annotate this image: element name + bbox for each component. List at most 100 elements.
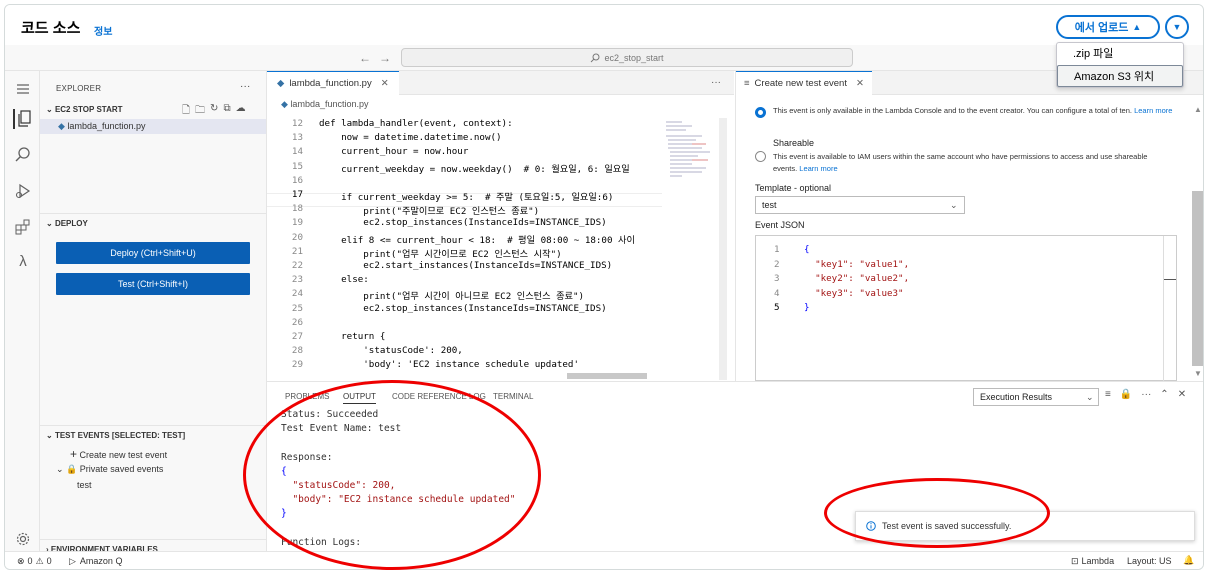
upload-from-label: 에서 업로드 bbox=[1074, 22, 1129, 34]
new-file-icon[interactable]: 🗋 bbox=[182, 103, 190, 120]
explorer-actions: 🗋 🗀 ↻ ⧉ ☁ bbox=[182, 103, 246, 120]
deploy-button[interactable]: Deploy (Ctrl+Shift+U) bbox=[56, 242, 250, 264]
terminal-icon: ⊡ bbox=[1071, 556, 1079, 566]
more-actions-button[interactable]: ▼ bbox=[1165, 15, 1189, 39]
settings-gear-icon[interactable] bbox=[13, 529, 33, 549]
tab-create-test-event[interactable]: ≡ Create new test event ✕ bbox=[736, 71, 872, 95]
info-icon bbox=[866, 521, 876, 531]
problems-indicator[interactable]: ⊗ 0 ⚠ 0 bbox=[17, 556, 52, 567]
lambda-item[interactable]: ⊡ Lambda bbox=[1071, 556, 1114, 567]
filter-list-icon[interactable]: ≡ bbox=[1105, 389, 1111, 400]
shareable-note: This event is available to IAM users wit… bbox=[773, 151, 1173, 175]
line-number: 13 bbox=[291, 132, 303, 144]
menu-item-zip[interactable]: .zip 파일 bbox=[1057, 43, 1183, 65]
upload-cloud-icon[interactable]: ☁ bbox=[236, 103, 246, 120]
line-number: 24 bbox=[291, 288, 303, 300]
editor-more-icon[interactable]: ··· bbox=[711, 77, 721, 88]
test-events-header[interactable]: ⌄ TEST EVENTS [SELECTED: TEST] bbox=[46, 431, 185, 440]
template-value: test bbox=[762, 200, 777, 210]
line-number: 25 bbox=[291, 302, 303, 314]
private-radio[interactable] bbox=[755, 107, 766, 118]
line-number: 19 bbox=[291, 217, 303, 229]
code-line: elif 8 <= current_hour < 18: # 평일 08:00 … bbox=[319, 234, 635, 246]
deploy-header[interactable]: ⌄ DEPLOY bbox=[46, 219, 88, 228]
lock-icon[interactable]: 🔒 bbox=[1120, 389, 1132, 400]
test-button[interactable]: Test (Ctrl+Shift+I) bbox=[56, 273, 250, 295]
extensions-icon[interactable] bbox=[13, 217, 33, 237]
minimap[interactable] bbox=[662, 118, 722, 198]
folder-name: EC2 STOP START bbox=[54, 105, 123, 114]
json-line: "key1": "value1", bbox=[804, 258, 910, 270]
upload-from-button[interactable]: 에서 업로드 ▲ bbox=[1056, 15, 1160, 39]
json-line-number: 2 bbox=[774, 258, 780, 270]
shareable-label: Shareable bbox=[773, 138, 815, 148]
execution-results-select[interactable]: Execution Results ⌄ bbox=[973, 388, 1099, 406]
private-events-item[interactable]: ⌄ 🔒 Private saved events bbox=[56, 464, 163, 475]
panel-scrollbar[interactable] bbox=[1192, 191, 1203, 366]
editor-scrollbar[interactable] bbox=[719, 118, 727, 380]
maximize-panel-icon[interactable]: ⌃ bbox=[1160, 389, 1168, 400]
horizontal-scrollbar[interactable] bbox=[567, 373, 647, 379]
line-number: 12 bbox=[291, 118, 303, 129]
output-line: "statusCode": 200, bbox=[281, 480, 396, 491]
tab-lambda-function[interactable]: ◆ lambda_function.py ✕ bbox=[267, 71, 399, 95]
new-folder-icon[interactable]: 🗀 bbox=[195, 103, 205, 120]
close-icon[interactable]: ✕ bbox=[856, 78, 864, 89]
error-count: 0 bbox=[27, 556, 33, 566]
amazon-q-item[interactable]: ▷ Amazon Q bbox=[69, 556, 122, 567]
line-number: 22 bbox=[291, 260, 303, 271]
tab-problems[interactable]: PROBLEMS bbox=[285, 392, 329, 401]
code-line: ec2.stop_instances(InstanceIds=INSTANCE_… bbox=[319, 217, 607, 229]
tab-terminal[interactable]: TERMINAL bbox=[493, 392, 533, 401]
layout-label[interactable]: Layout: US bbox=[1127, 556, 1172, 566]
lambda-icon[interactable]: λ bbox=[13, 251, 33, 271]
saved-event-item[interactable]: test bbox=[77, 480, 92, 490]
code-line: print("업무 시간이므로 EC2 인스턴스 시작") bbox=[319, 248, 562, 260]
event-json-editor[interactable]: 1 {2 "key1": "value1", 3 "key2": "value2",… bbox=[755, 235, 1177, 381]
forward-arrow-icon[interactable]: → bbox=[379, 51, 391, 65]
json-line-number: 3 bbox=[774, 273, 780, 284]
refresh-icon[interactable]: ↻ bbox=[210, 103, 218, 120]
explorer-more-icon[interactable]: ··· bbox=[240, 81, 251, 92]
scroll-down-icon[interactable]: ▼ bbox=[1194, 369, 1202, 378]
chevron-down-icon: ⌄ bbox=[950, 200, 958, 210]
line-number: 27 bbox=[291, 331, 303, 342]
learn-more-link-2[interactable]: Learn more bbox=[799, 164, 837, 173]
learn-more-link[interactable]: Learn more bbox=[1134, 106, 1172, 115]
close-panel-icon[interactable]: ✕ bbox=[1178, 389, 1186, 400]
play-icon: ▷ bbox=[69, 556, 76, 566]
plus-icon: + bbox=[70, 447, 78, 461]
command-search[interactable]: ec2_stop_start bbox=[401, 48, 853, 67]
template-select[interactable]: test ⌄ bbox=[755, 196, 965, 214]
more-icon[interactable]: ··· bbox=[1141, 389, 1151, 400]
code-line: else: bbox=[319, 274, 369, 286]
info-link[interactable]: 정보 bbox=[94, 23, 112, 38]
bell-icon[interactable]: 🔔 bbox=[1183, 555, 1194, 566]
event-json-label: Event JSON bbox=[755, 220, 805, 230]
toast-message: Test event is saved successfully. bbox=[882, 521, 1012, 531]
breadcrumb-file[interactable]: lambda_function.py bbox=[290, 99, 368, 109]
test-event-panel: ≡ Create new test event ✕ This event is … bbox=[735, 71, 1203, 381]
private-note-text: This event is only available in the Lamb… bbox=[773, 106, 1132, 115]
code-line: print("주말이므로 EC2 인스턴스 종료") bbox=[319, 206, 540, 218]
collapse-icon[interactable]: ⧉ bbox=[223, 103, 230, 120]
tab-output[interactable]: OUTPUT bbox=[343, 392, 376, 404]
back-arrow-icon[interactable]: ← bbox=[359, 51, 371, 65]
close-icon[interactable]: ✕ bbox=[381, 78, 389, 89]
file-item[interactable]: ◆ lambda_function.py bbox=[40, 119, 266, 134]
tab-code-reference-log[interactable]: CODE REFERENCE LOG bbox=[392, 392, 486, 401]
python-file-icon: ◆ bbox=[281, 99, 288, 109]
menu-icon[interactable] bbox=[13, 79, 33, 99]
output-line: Status: Succeeded bbox=[281, 409, 379, 420]
shareable-radio[interactable] bbox=[755, 151, 766, 162]
list-icon: ≡ bbox=[744, 78, 750, 89]
search-icon[interactable] bbox=[13, 145, 33, 165]
line-number: 16 bbox=[291, 174, 303, 186]
folder-header[interactable]: ⌄ EC2 STOP START bbox=[46, 105, 123, 114]
create-test-event-item[interactable]: + Create new test event bbox=[70, 447, 167, 461]
scroll-up-icon[interactable]: ▲ bbox=[1194, 105, 1202, 114]
menu-item-s3[interactable]: Amazon S3 위치 bbox=[1057, 65, 1183, 87]
run-debug-icon[interactable] bbox=[13, 181, 33, 201]
panel-actions: ≡ 🔒 ··· ⌃ ✕ bbox=[1105, 389, 1186, 400]
explorer-icon[interactable] bbox=[13, 109, 33, 129]
